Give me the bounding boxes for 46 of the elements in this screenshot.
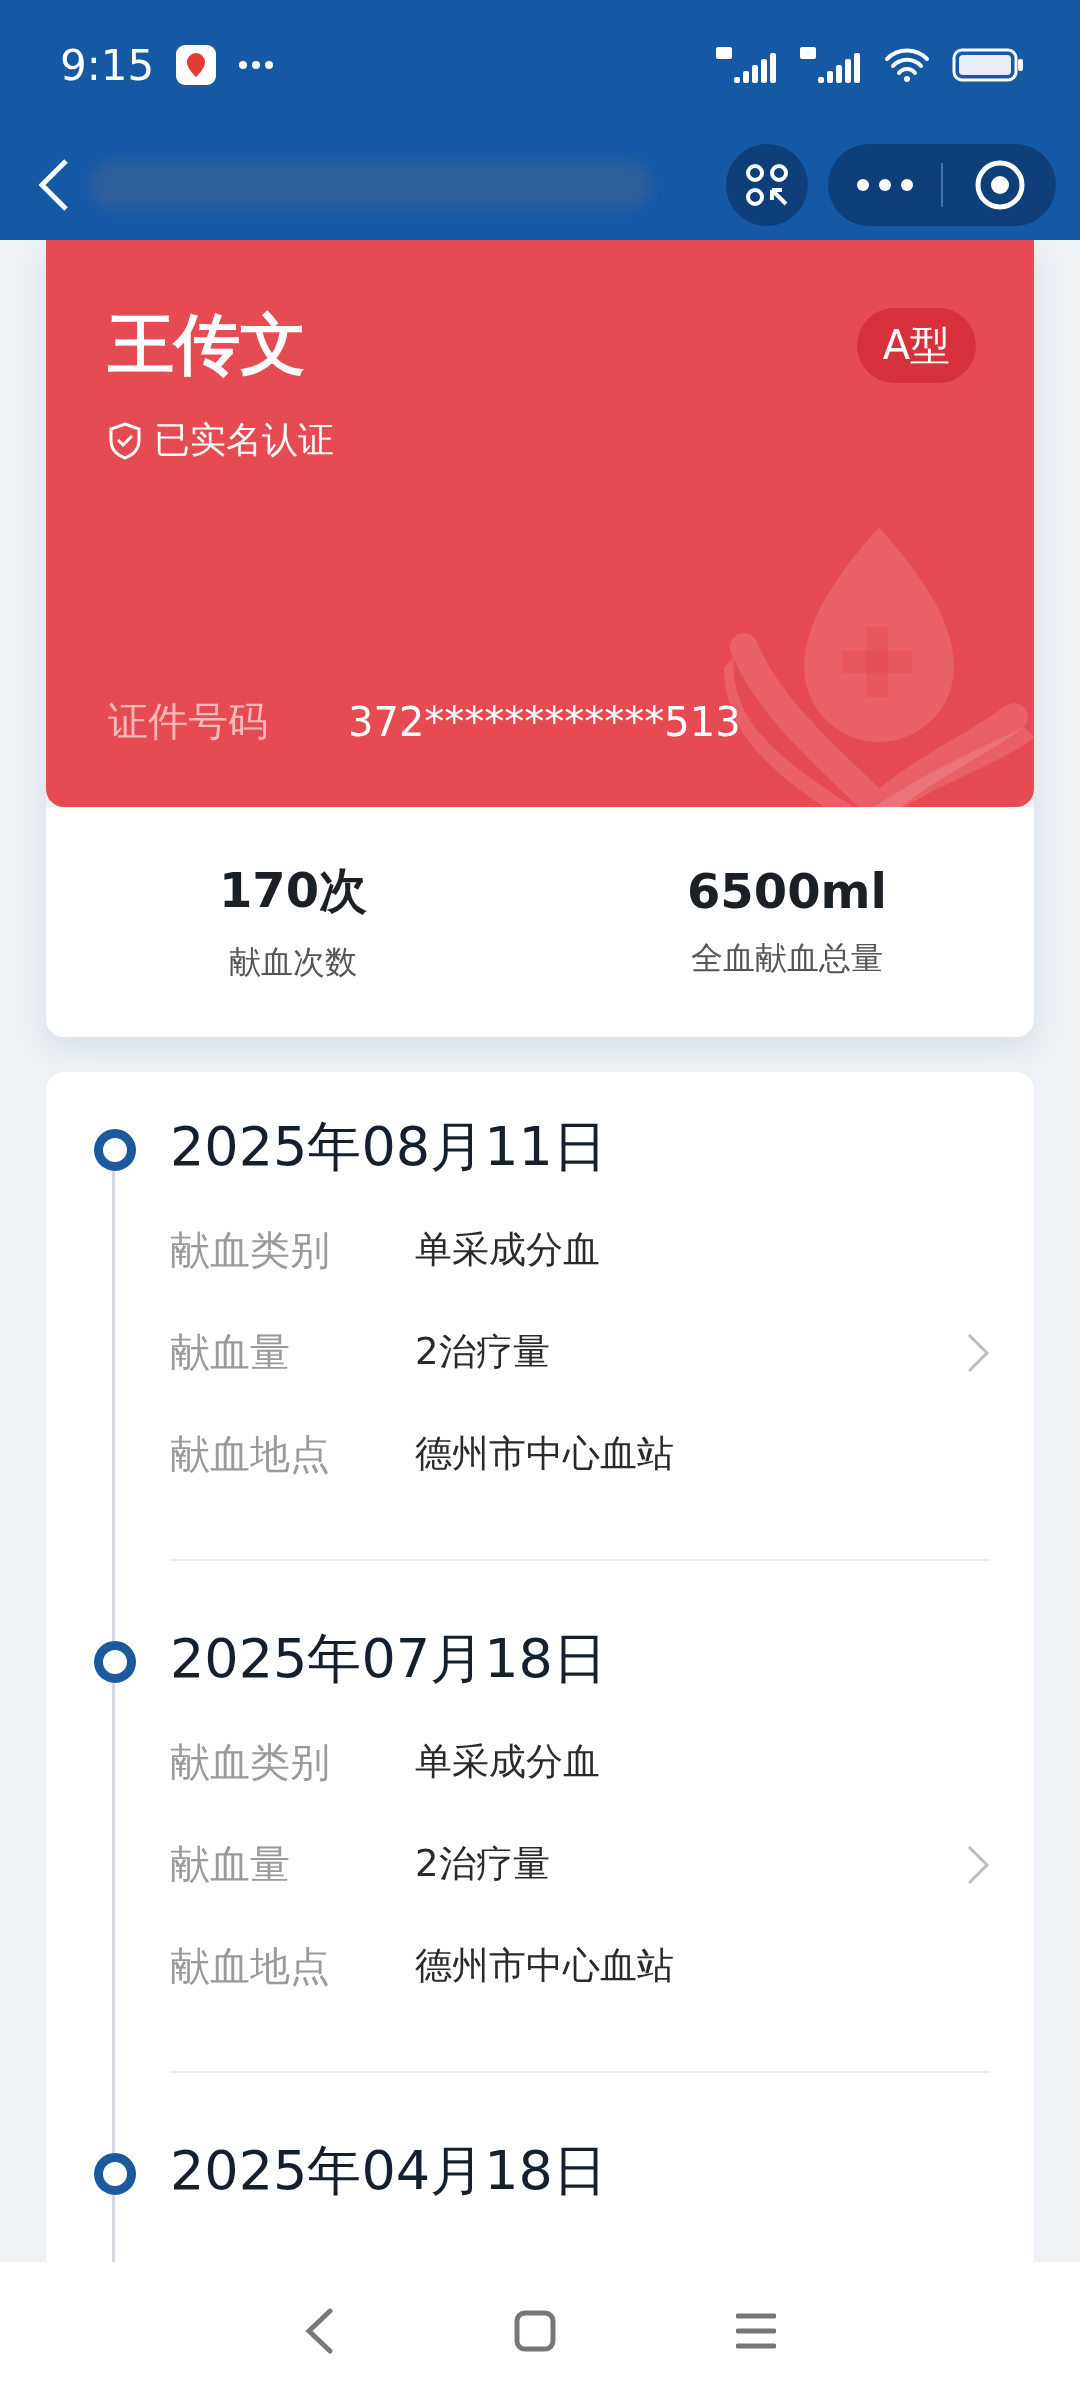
- back-icon: [304, 2308, 334, 2354]
- status-time: 9:15: [60, 40, 155, 90]
- more-icon: [856, 179, 913, 191]
- field-value: 德州市中心血站: [415, 1431, 674, 1477]
- donor-name: 王传文: [108, 305, 306, 385]
- field-label: 献血地点: [170, 1429, 331, 1479]
- shield-check-icon: [108, 421, 142, 460]
- verified-label: 已实名认证: [154, 418, 334, 462]
- cellular-signal-icon: [800, 47, 862, 83]
- timeline-dot: [94, 1129, 136, 1171]
- wifi-icon: [884, 47, 930, 83]
- field-value: 德州市中心血站: [415, 1943, 674, 1989]
- timeline-dot: [94, 1641, 136, 1683]
- home-icon: [514, 2310, 556, 2352]
- back-button[interactable]: [304, 2308, 334, 2354]
- battery-icon: [952, 48, 1024, 82]
- id-number: 372************513: [348, 698, 741, 745]
- field-value: 2治疗量: [415, 1329, 550, 1375]
- target-icon: [973, 159, 1026, 211]
- more-notifications-icon: [238, 60, 275, 70]
- field-value: 单采成分血: [415, 1227, 600, 1273]
- field-label: 献血类别: [170, 1737, 331, 1787]
- field-label: 献血地点: [170, 1941, 331, 1991]
- field-value: 2治疗量: [415, 1841, 550, 1887]
- blood-type-badge: A型: [856, 307, 976, 383]
- back-button[interactable]: [36, 157, 70, 213]
- menu-icon: [736, 2312, 776, 2350]
- stat-label: 全血献血总量: [691, 938, 883, 979]
- scan-icon: [744, 162, 790, 208]
- field-label: 献血类别: [170, 1225, 331, 1275]
- stat-value: 170次: [218, 861, 368, 920]
- field-label: 献血量: [170, 1327, 291, 1377]
- stat-label: 献血次数: [229, 942, 357, 983]
- record-date: 2025年04月18日: [170, 2137, 607, 2204]
- field-value: 单采成分血: [415, 1739, 600, 1785]
- map-app-icon: [176, 45, 217, 85]
- stat-value: 6500ml: [686, 863, 888, 919]
- home-button[interactable]: [514, 2310, 556, 2352]
- id-label: 证件号码: [108, 697, 268, 746]
- record-date: 2025年08月11日: [170, 1113, 607, 1180]
- record-date: 2025年07月18日: [170, 1625, 607, 1692]
- back-icon: [36, 157, 70, 213]
- cellular-signal-icon: [716, 47, 778, 83]
- menu-button[interactable]: [736, 2312, 776, 2350]
- field-label: 献血量: [170, 1839, 291, 1889]
- timeline-dot: [94, 2153, 136, 2195]
